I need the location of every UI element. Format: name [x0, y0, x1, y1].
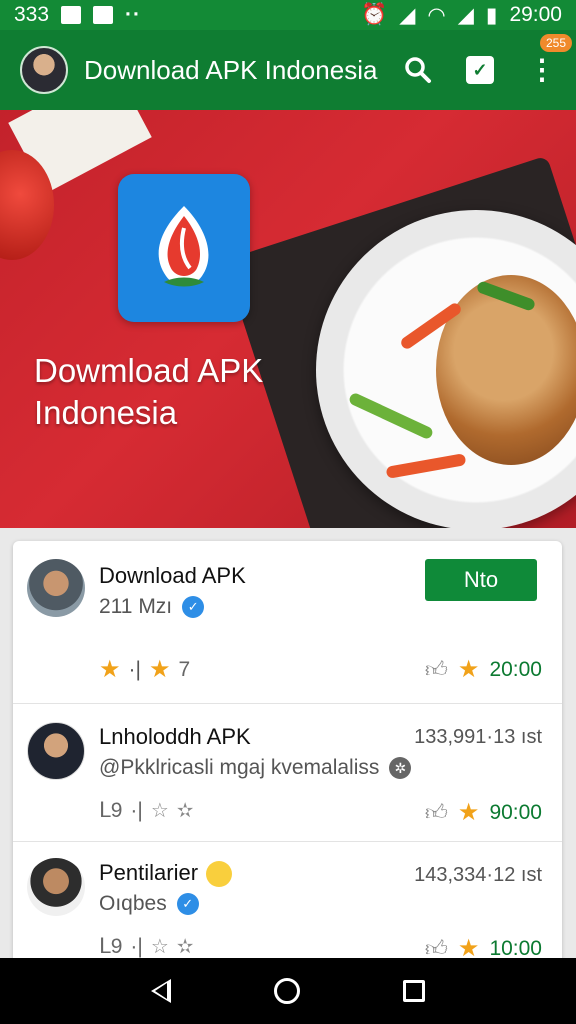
item-stats-right: 👍︎ ★ 20:00: [425, 655, 542, 684]
battery-icon: ▮: [485, 3, 498, 27]
list-item[interactable]: Pentilarier 143,334·12 ıst Oıqbes ✓ ᒪ9 ·…: [13, 841, 562, 971]
hero-banner[interactable]: Dowmload APK Indonesia: [0, 110, 576, 528]
more-notifications-icon: ··: [125, 3, 142, 26]
shield-button[interactable]: ✓: [466, 56, 494, 84]
item-stat-time: 10:00: [489, 936, 542, 960]
divider-icon: ·|: [128, 657, 141, 681]
avatar: [27, 559, 85, 617]
star-icon: ★: [148, 656, 171, 683]
item-name: Pentilarier: [99, 860, 199, 885]
item-name-row: Pentilarier: [99, 860, 233, 888]
cell-signal-icon: ◢: [457, 3, 474, 27]
thumbs-up-icon[interactable]: 👍︎: [425, 799, 448, 826]
item-meta: 143,334·12 ıst: [414, 864, 542, 886]
item-subtitle: 211 Mzı ✓: [99, 595, 205, 619]
item-stat-time: 20:00: [489, 657, 542, 681]
image-notification-icon: [61, 6, 82, 24]
item-stats-left: ᒪ9 ·| ☆ ✫: [99, 934, 194, 959]
alarm-icon: ⏰: [361, 3, 388, 26]
item-name: Lnholoddh APK: [99, 724, 251, 749]
wifi-icon: ◠: [427, 3, 446, 27]
divider-icon: ·|: [130, 934, 143, 958]
share-icon[interactable]: ᒪ9: [99, 798, 122, 823]
home-icon[interactable]: [273, 978, 300, 1004]
app-logo: [118, 174, 250, 322]
search-button[interactable]: [404, 56, 432, 84]
item-stat-time: 90:00: [489, 800, 542, 824]
back-icon[interactable]: [151, 979, 172, 1003]
item-stat-count: 7: [178, 657, 191, 681]
status-bar: 333 ·· ⏰ ◢ ◠ ◢ ▮ 29:00: [0, 0, 576, 30]
star-icon: ★: [457, 656, 480, 683]
star-icon: ★: [99, 656, 121, 683]
recent-apps-icon[interactable]: [402, 980, 425, 1002]
signal-icon: ◢: [399, 3, 416, 27]
navigation-bar: [0, 958, 576, 1024]
share-icon[interactable]: ᒪ9: [99, 934, 122, 959]
item-name: Download APK: [99, 563, 246, 588]
star-icon: ★: [457, 799, 480, 826]
item-stats-left: ᒪ9 ·| ☆ ✫: [99, 798, 194, 823]
shield-icon: ✓: [466, 56, 494, 84]
thumbs-up-icon[interactable]: 👍︎: [425, 656, 448, 683]
gear-icon: ✲: [389, 757, 412, 779]
status-left-text: 333: [14, 3, 50, 26]
item-subtitle-text: 211 Mzı: [99, 595, 173, 618]
item-stats-left: ★ ·| ★ 7: [99, 655, 190, 684]
star-outline-icon[interactable]: ☆: [151, 798, 169, 823]
star-outline-icon[interactable]: ☆: [151, 934, 169, 959]
hero-title-line2: Indonesia: [34, 394, 178, 431]
search-icon: [405, 57, 431, 83]
avatar: [27, 722, 85, 780]
list-item[interactable]: Download APK 211 Mzı ✓ Nto ★ ·| ★ 7 👍︎ ★…: [13, 541, 562, 703]
app-title: Download APK Indonesia: [84, 54, 378, 85]
item-subtitle: @Pkklricasli mgaj kvemalaliss ✲: [99, 756, 412, 780]
more-options-button[interactable]: ⋮ 255: [528, 34, 572, 85]
item-subtitle-text: Oıqbes: [99, 892, 167, 915]
clock: 29:00: [509, 3, 562, 26]
profile-avatar[interactable]: [20, 46, 68, 94]
verified-icon: ✓: [182, 596, 205, 618]
notification-badge: 255: [539, 34, 572, 52]
item-meta: 133,991·13 ıst: [414, 726, 542, 748]
star-outline-icon[interactable]: ✫: [177, 798, 194, 823]
flame-logo-icon: [158, 206, 209, 287]
item-subtitle: Oıqbes ✓: [99, 892, 199, 916]
item-action-button[interactable]: Nto: [425, 559, 537, 601]
verified-icon: ✓: [176, 893, 199, 915]
star-outline-icon[interactable]: ✫: [177, 934, 194, 959]
smiley-icon: [206, 861, 233, 888]
item-stats-right: 👍︎ ★ 90:00: [425, 798, 542, 827]
item-subtitle-text: @Pkklricasli mgaj kvemalaliss: [99, 756, 380, 779]
avatar: [27, 858, 85, 916]
more-vert-icon: ⋮: [528, 54, 556, 85]
hero-title-line1: Dowmload APK: [34, 352, 264, 389]
apps-list-card: Download APK 211 Mzı ✓ Nto ★ ·| ★ 7 👍︎ ★…: [13, 541, 562, 971]
app-notification-icon: [93, 6, 114, 24]
list-item[interactable]: Lnholoddh APK 133,991·13 ıst @Pkklricasl…: [13, 703, 562, 841]
hero-title: Dowmload APK Indonesia: [34, 350, 263, 434]
app-bar: Download APK Indonesia ✓ ⋮ 255: [0, 30, 576, 110]
divider-icon: ·|: [130, 798, 143, 822]
